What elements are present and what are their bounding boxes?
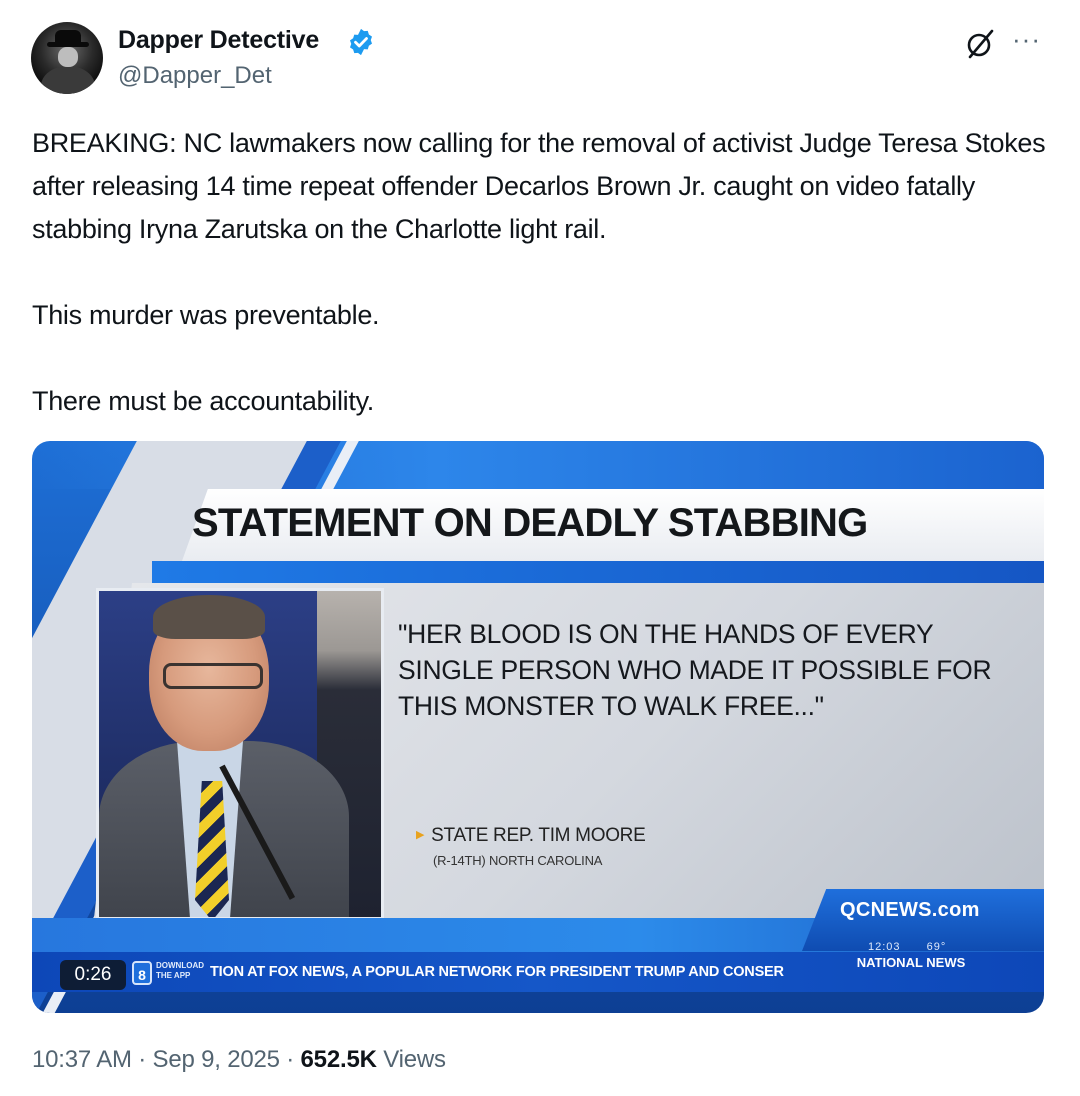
verified-badge-icon[interactable] <box>346 27 376 57</box>
avatar-face-shape <box>58 47 78 67</box>
qc-app-icon: 8 <box>132 961 152 985</box>
download-app-label: DOWNLOAD THE APP <box>156 961 204 980</box>
speaker-name: STATE REP. TIM MOORE <box>416 825 646 847</box>
hair-shape <box>153 595 265 639</box>
headline-underline <box>152 561 1044 583</box>
author-handle[interactable]: @Dapper_Det <box>118 62 272 90</box>
speaker-title: (R-14TH) NORTH CAROLINA <box>433 853 603 868</box>
download-app-badge: 8 DOWNLOAD THE APP <box>132 959 204 987</box>
news-ticker: TION AT FOX NEWS, A POPULAR NETWORK FOR … <box>210 964 784 980</box>
speaker-photo <box>96 588 384 920</box>
glasses-shape <box>163 663 263 689</box>
views-count[interactable]: 652.5K <box>301 1046 377 1073</box>
video-player[interactable]: STATEMENT ON DEADLY STABBING "HER BLOOD … <box>32 441 1044 1013</box>
avatar[interactable] <box>31 22 103 94</box>
tweet-paragraph: There must be accountability. <box>32 386 374 416</box>
meta-separator: · <box>138 1046 147 1073</box>
tweet-metadata: 10:37 AM · Sep 9, 2025 · 652.5K Views <box>32 1046 446 1074</box>
video-duration: 0:26 <box>60 960 126 990</box>
more-options-icon[interactable]: ··· <box>1012 24 1041 55</box>
tweet-paragraph: BREAKING: NC lawmakers now calling for t… <box>32 128 1046 244</box>
station-logo: QCNEWS.com <box>840 899 980 921</box>
views-label: Views <box>383 1046 446 1073</box>
speaker-quote: "HER BLOOD IS ON THE HANDS OF EVERY SING… <box>398 619 992 721</box>
author-display-name[interactable]: Dapper Detective <box>118 26 319 55</box>
broadcast-headline: STATEMENT ON DEADLY STABBING <box>192 501 868 545</box>
meta-separator: · <box>286 1046 295 1073</box>
national-news-badge: NATIONAL NEWS <box>856 955 966 970</box>
tweet-text: BREAKING: NC lawmakers now calling for t… <box>32 122 1052 423</box>
tweet-paragraph: This murder was preventable. <box>32 300 380 330</box>
grok-icon[interactable] <box>964 28 996 60</box>
avatar-coat-shape <box>41 66 95 94</box>
avatar-hat-shape <box>55 30 81 44</box>
post-date[interactable]: Sep 9, 2025 <box>153 1046 280 1073</box>
post-time[interactable]: 10:37 AM <box>32 1046 132 1073</box>
